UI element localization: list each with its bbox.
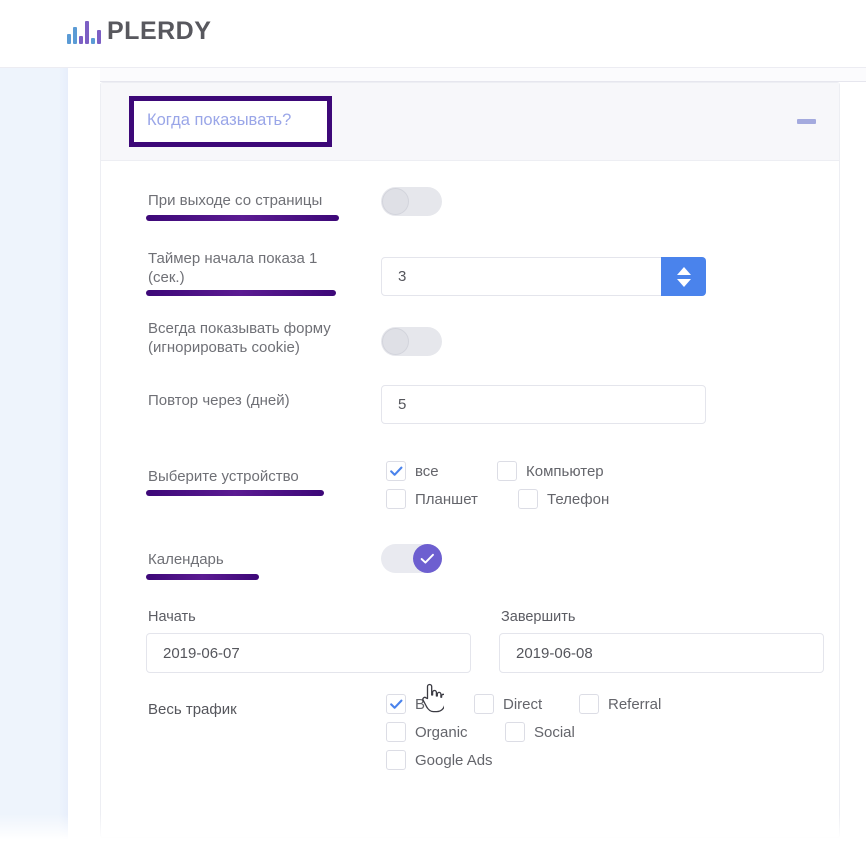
- minus-icon[interactable]: [797, 119, 816, 124]
- device-checkbox-desktop[interactable]: Компьютер: [497, 461, 604, 481]
- repeat-days-input[interactable]: 5: [381, 385, 706, 424]
- exit-intent-label: При выходе со страницы: [148, 192, 323, 209]
- left-sidebar-rail: [0, 68, 68, 850]
- checkbox-label: Referral: [608, 695, 662, 713]
- traffic-checkbox-row-3: Google Ads: [386, 750, 667, 770]
- checkbox-box[interactable]: [386, 750, 406, 770]
- tab-strip-partial[interactable]: [100, 68, 866, 82]
- checkbox-label: все: [415, 462, 439, 480]
- timer-label: Таймер начала показа 1 (сек.): [148, 250, 318, 286]
- calendar-underline: [146, 574, 259, 580]
- checkbox-label: Телефон: [547, 490, 610, 508]
- card-header[interactable]: Когда показывать?: [101, 83, 839, 161]
- exit-intent-underline: [146, 215, 339, 221]
- device-checkbox-row-2: Планшет Телефон: [386, 489, 615, 509]
- checkbox-label: Social: [534, 723, 575, 741]
- traffic-checkbox-organic[interactable]: Organic: [386, 722, 499, 742]
- traffic-checkbox-all[interactable]: Все: [386, 694, 468, 714]
- traffic-checkbox-referral[interactable]: Referral: [579, 694, 661, 714]
- device-checkbox-group: все Компьютер Планшет Телефон: [386, 461, 615, 517]
- main-content: Когда показывать? При выходе со страницы…: [100, 68, 866, 850]
- checkbox-box[interactable]: [386, 722, 406, 742]
- start-date-input[interactable]: 2019-06-07: [146, 633, 471, 673]
- timer-input[interactable]: 3: [381, 257, 706, 296]
- end-date-input[interactable]: 2019-06-08: [499, 633, 824, 673]
- checkbox-label: Компьютер: [526, 462, 604, 480]
- check-icon: [420, 553, 434, 564]
- end-date-label: Завершить: [501, 609, 576, 625]
- checkbox-box[interactable]: [474, 694, 494, 714]
- app-window: PLERDY Когда показывать? При выходе со с…: [0, 0, 866, 850]
- device-label: Выберите устройство: [148, 468, 299, 485]
- checkbox-label: Direct: [503, 695, 543, 713]
- traffic-checkbox-row-2: Organic Social: [386, 722, 667, 742]
- checkbox-box[interactable]: [386, 461, 406, 481]
- checkbox-label: Все: [415, 695, 441, 713]
- device-checkbox-tablet[interactable]: Планшет: [386, 489, 512, 509]
- brand-name: PLERDY: [107, 17, 212, 45]
- checkbox-box[interactable]: [518, 489, 538, 509]
- exit-intent-toggle[interactable]: [381, 187, 442, 216]
- chevron-up-icon[interactable]: [676, 266, 691, 275]
- calendar-toggle[interactable]: [381, 544, 442, 573]
- bottom-fade: [0, 814, 866, 850]
- check-icon: [389, 699, 402, 709]
- always-show-toggle[interactable]: [381, 327, 442, 356]
- checkbox-box[interactable]: [579, 694, 599, 714]
- traffic-checkbox-google-ads[interactable]: Google Ads: [386, 750, 493, 770]
- sidebar-gutter: [68, 68, 100, 850]
- checkbox-box[interactable]: [386, 694, 406, 714]
- checkbox-label: Organic: [415, 723, 468, 741]
- when-to-show-card: Когда показывать? При выходе со страницы…: [100, 82, 840, 838]
- timer-stepper[interactable]: [661, 257, 706, 296]
- traffic-checkbox-row-1: Все Direct Referral: [386, 694, 667, 714]
- checkbox-label: Google Ads: [415, 751, 493, 769]
- traffic-label: Весь трафик: [148, 701, 237, 718]
- check-icon: [389, 466, 402, 476]
- traffic-checkbox-social[interactable]: Social: [505, 722, 575, 742]
- top-bar: PLERDY: [0, 0, 866, 68]
- checkbox-box[interactable]: [505, 722, 525, 742]
- traffic-checkbox-direct[interactable]: Direct: [474, 694, 573, 714]
- checkbox-box[interactable]: [386, 489, 406, 509]
- traffic-checkbox-group: Все Direct Referral Organic Social Googl…: [386, 694, 667, 778]
- page-title: Когда показывать?: [147, 111, 292, 129]
- chevron-down-icon[interactable]: [676, 278, 691, 287]
- bar-chart-logo-icon: [67, 20, 101, 44]
- checkbox-label: Планшет: [415, 490, 478, 508]
- device-checkbox-all[interactable]: все: [386, 461, 491, 481]
- repeat-days-label: Повтор через (дней): [148, 392, 290, 409]
- device-checkbox-row-1: все Компьютер: [386, 461, 615, 481]
- checkbox-box[interactable]: [497, 461, 517, 481]
- brand-logo[interactable]: PLERDY: [67, 17, 211, 46]
- timer-underline: [146, 290, 336, 296]
- device-underline: [146, 490, 324, 496]
- always-show-label: Всегда показывать форму (игнорировать co…: [148, 320, 331, 356]
- toggle-knob: [382, 328, 409, 355]
- start-date-label: Начать: [148, 609, 196, 625]
- device-checkbox-phone[interactable]: Телефон: [518, 489, 609, 509]
- calendar-label: Календарь: [148, 551, 224, 568]
- toggle-knob: [382, 188, 409, 215]
- toggle-knob: [413, 544, 442, 573]
